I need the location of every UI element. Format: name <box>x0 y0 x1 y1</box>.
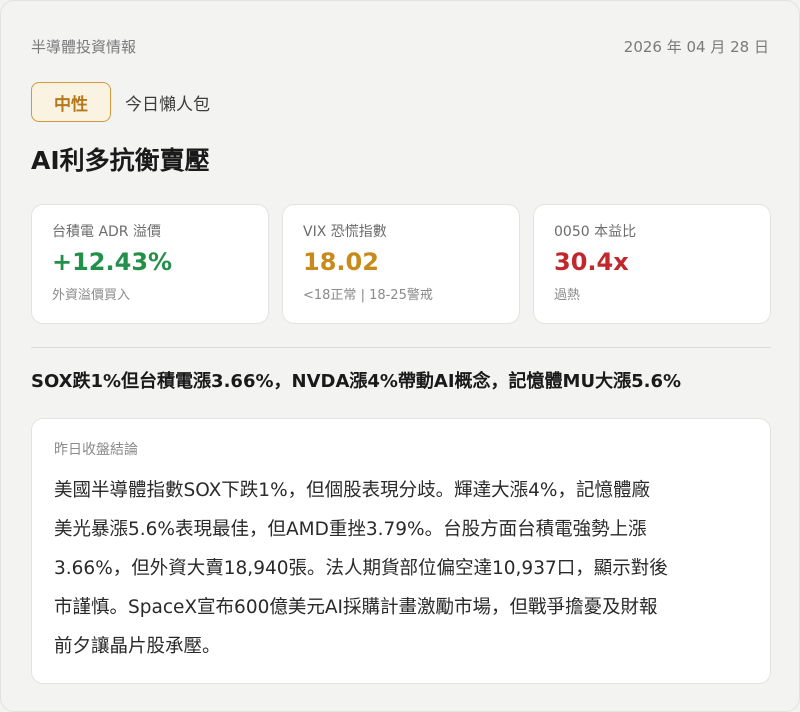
summary-line: 3.66%，但外資大賣18,940張。法人期貨部位偏空達10,937口，顯示對後 <box>54 558 668 579</box>
metric-note: 過熱 <box>554 288 581 303</box>
metric-label: 0050 本益比 <box>554 224 637 240</box>
tag-row: 中性 今日懶人包 <box>31 82 210 122</box>
summary-label: 昨日收盤結論 <box>54 442 138 458</box>
summary-line: 市謹慎。SpaceX宣布600億美元AI採購計畫激勵市場，但戰爭擔憂及財報 <box>54 597 658 618</box>
source-label: 半導體投資情報 <box>31 37 137 56</box>
report-card: 半導體投資情報 2026 年 04 月 28 日 中性 今日懶人包 AI利多抗衡… <box>0 0 800 712</box>
summary-line: 美國半導體指數SOX下跌1%，但個股表現分歧。輝達大漲4%，記憶體廠 <box>54 480 650 501</box>
metric-value: +12.43% <box>52 248 173 276</box>
sentiment-badge: 中性 <box>31 82 111 122</box>
report-title: AI利多抗衡賣壓 <box>31 146 210 175</box>
metric-note: 外資溢價買入 <box>52 288 131 303</box>
metric-card-pe-ratio: 0050 本益比 30.4x 過熱 <box>533 204 771 324</box>
summary-line: 美光暴漲5.6%表現最佳，但AMD重挫3.79%。台股方面台積電強勢上漲 <box>54 519 647 540</box>
card-header: 半導體投資情報 2026 年 04 月 28 日 <box>31 34 769 58</box>
metrics-row: 台積電 ADR 溢價 +12.43% 外資溢價買入 VIX 恐慌指數 18.02… <box>31 204 771 324</box>
metric-card-adr-premium: 台積電 ADR 溢價 +12.43% 外資溢價買入 <box>31 204 269 324</box>
report-date: 2026 年 04 月 28 日 <box>623 37 769 56</box>
digest-subtitle: 今日懶人包 <box>125 94 210 115</box>
section-divider <box>31 347 771 348</box>
metric-note: <18正常 | 18-25警戒 <box>303 288 433 303</box>
summary-line: 前夕讓晶片股承壓。 <box>54 636 221 657</box>
metric-card-vix: VIX 恐慌指數 18.02 <18正常 | 18-25警戒 <box>282 204 520 324</box>
metric-label: VIX 恐慌指數 <box>303 224 387 240</box>
summary-box: 昨日收盤結論 美國半導體指數SOX下跌1%，但個股表現分歧。輝達大漲4%，記憶體… <box>31 418 771 684</box>
market-headline: SOX跌1%但台積電漲3.66%，NVDA漲4%帶動AI概念，記憶體MU大漲5.… <box>31 371 682 392</box>
metric-value: 18.02 <box>303 248 379 276</box>
summary-body: 美國半導體指數SOX下跌1%，但個股表現分歧。輝達大漲4%，記憶體廠 美光暴漲5… <box>54 471 748 666</box>
metric-label: 台積電 ADR 溢價 <box>52 224 161 240</box>
metric-value: 30.4x <box>554 248 629 276</box>
